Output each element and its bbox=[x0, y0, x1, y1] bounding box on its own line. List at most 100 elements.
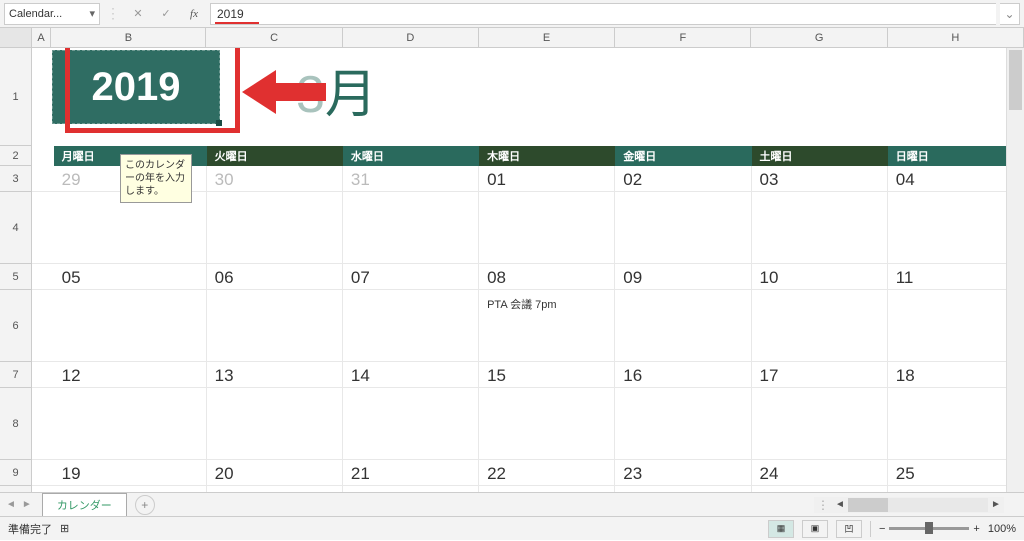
date-cell[interactable]: 12 bbox=[54, 362, 207, 387]
row-header[interactable]: 9 bbox=[0, 460, 31, 486]
expand-formula-icon[interactable]: ⌄ bbox=[1000, 3, 1020, 25]
date-cell[interactable]: 25 bbox=[888, 460, 1024, 485]
row-header[interactable]: 5 bbox=[0, 264, 31, 290]
select-all-corner[interactable] bbox=[0, 28, 32, 47]
zoom-thumb[interactable] bbox=[925, 522, 933, 534]
zoom-level[interactable]: 100% bbox=[988, 523, 1016, 535]
event-cell[interactable] bbox=[207, 192, 343, 263]
event-cell[interactable] bbox=[752, 290, 888, 361]
event-cell[interactable] bbox=[479, 192, 615, 263]
formula-input[interactable]: 2019 bbox=[210, 3, 996, 25]
date-cell[interactable]: 08 bbox=[479, 264, 615, 289]
event-cell[interactable] bbox=[207, 388, 343, 459]
zoom-in-icon[interactable]: + bbox=[973, 523, 979, 535]
date-cell[interactable]: 20 bbox=[207, 460, 343, 485]
event-cell[interactable] bbox=[207, 290, 343, 361]
event-cell[interactable] bbox=[888, 290, 1024, 361]
date-cell[interactable]: 06 bbox=[207, 264, 343, 289]
row-header[interactable]: 7 bbox=[0, 362, 31, 388]
divider bbox=[870, 521, 871, 537]
col-header-f[interactable]: F bbox=[615, 28, 751, 47]
row-header[interactable]: 6 bbox=[0, 290, 31, 362]
date-cell[interactable]: 13 bbox=[207, 362, 343, 387]
row-header[interactable]: 1 bbox=[0, 48, 31, 146]
name-box[interactable]: Calendar... ▾ bbox=[4, 3, 100, 25]
fill-handle[interactable] bbox=[216, 120, 222, 126]
year-cell[interactable]: 2019 bbox=[52, 50, 220, 124]
row-header[interactable]: 8 bbox=[0, 388, 31, 460]
date-cell[interactable]: 09 bbox=[615, 264, 751, 289]
col-header-g[interactable]: G bbox=[751, 28, 887, 47]
tab-prev-icon[interactable]: ◄ bbox=[4, 497, 18, 512]
row-header[interactable]: 3 bbox=[0, 166, 31, 192]
date-cell[interactable]: 24 bbox=[752, 460, 888, 485]
date-cell[interactable]: 31 bbox=[343, 166, 479, 191]
event-cell[interactable] bbox=[888, 388, 1024, 459]
event-cell[interactable] bbox=[343, 388, 479, 459]
event-cell[interactable] bbox=[615, 290, 751, 361]
date-number: 14 bbox=[351, 366, 470, 386]
event-cell[interactable] bbox=[752, 388, 888, 459]
col-header-e[interactable]: E bbox=[479, 28, 615, 47]
date-cell[interactable]: 05 bbox=[54, 264, 207, 289]
page-break-view-button[interactable]: 凹 bbox=[836, 520, 862, 538]
date-cell[interactable]: 04 bbox=[888, 166, 1024, 191]
date-cell[interactable]: 11 bbox=[888, 264, 1024, 289]
date-cell[interactable]: 16 bbox=[615, 362, 751, 387]
fx-icon[interactable]: fx bbox=[182, 3, 206, 25]
date-cell[interactable]: 01 bbox=[479, 166, 615, 191]
date-cell[interactable]: 14 bbox=[343, 362, 479, 387]
vertical-scrollbar[interactable] bbox=[1006, 48, 1024, 492]
date-cell[interactable]: 23 bbox=[615, 460, 751, 485]
date-cell[interactable]: 21 bbox=[343, 460, 479, 485]
col-header-b[interactable]: B bbox=[51, 28, 206, 47]
scroll-left-icon[interactable]: ◄ bbox=[832, 499, 848, 510]
event-cell[interactable] bbox=[615, 192, 751, 263]
add-sheet-button[interactable]: + bbox=[135, 495, 155, 515]
scrollbar-thumb[interactable] bbox=[1009, 50, 1022, 110]
row-header[interactable]: 2 bbox=[0, 146, 31, 166]
sheet-tab[interactable]: カレンダー bbox=[42, 493, 127, 516]
date-cell[interactable]: 19 bbox=[54, 460, 207, 485]
date-cell[interactable]: 07 bbox=[343, 264, 479, 289]
date-cell[interactable]: 17 bbox=[752, 362, 888, 387]
cancel-icon[interactable]: ✕ bbox=[126, 3, 150, 25]
col-header-a[interactable]: A bbox=[32, 28, 52, 47]
event-cell[interactable] bbox=[615, 388, 751, 459]
macro-record-icon[interactable]: ⊞ bbox=[60, 522, 76, 536]
event-cell[interactable] bbox=[54, 290, 207, 361]
date-cell[interactable]: 15 bbox=[479, 362, 615, 387]
grid[interactable]: 2019 3月 月曜日 火曜日 水曜日 木曜日 金曜日 土曜日 日曜日 2930… bbox=[32, 48, 1024, 492]
scroll-track[interactable] bbox=[848, 498, 988, 512]
zoom-out-icon[interactable]: − bbox=[879, 523, 885, 535]
col-header-h[interactable]: H bbox=[888, 28, 1024, 47]
event-cell[interactable] bbox=[343, 192, 479, 263]
event-cell[interactable] bbox=[343, 290, 479, 361]
chevron-down-icon[interactable]: ▾ bbox=[89, 7, 95, 20]
date-cell[interactable]: 03 bbox=[752, 166, 888, 191]
event-cell[interactable] bbox=[888, 192, 1024, 263]
row-header[interactable]: 4 bbox=[0, 192, 31, 264]
normal-view-button[interactable]: ▦ bbox=[768, 520, 794, 538]
col-header-d[interactable]: D bbox=[343, 28, 479, 47]
event-cell[interactable]: PTA 会議 7pm bbox=[479, 290, 615, 361]
event-cell[interactable] bbox=[479, 388, 615, 459]
zoom-slider[interactable]: − + bbox=[879, 523, 980, 535]
event-cell[interactable] bbox=[54, 388, 207, 459]
scroll-right-icon[interactable]: ► bbox=[988, 499, 1004, 510]
tab-next-icon[interactable]: ► bbox=[20, 497, 34, 512]
date-cell[interactable]: 18 bbox=[888, 362, 1024, 387]
date-cell[interactable]: 30 bbox=[207, 166, 343, 191]
date-cell[interactable]: 22 bbox=[479, 460, 615, 485]
scroll-thumb[interactable] bbox=[848, 498, 888, 512]
date-cell[interactable]: 10 bbox=[752, 264, 888, 289]
zoom-track[interactable] bbox=[889, 527, 969, 530]
horizontal-scrollbar[interactable]: ⋮ ◄ ► bbox=[814, 497, 1004, 513]
check-icon[interactable]: ✓ bbox=[154, 3, 178, 25]
col-header-c[interactable]: C bbox=[206, 28, 342, 47]
date-number: 30 bbox=[215, 170, 334, 190]
page-layout-view-button[interactable]: ▣ bbox=[802, 520, 828, 538]
event-cell[interactable] bbox=[752, 192, 888, 263]
date-cell[interactable]: 02 bbox=[615, 166, 751, 191]
weekday-header: 土曜日 bbox=[752, 146, 888, 166]
